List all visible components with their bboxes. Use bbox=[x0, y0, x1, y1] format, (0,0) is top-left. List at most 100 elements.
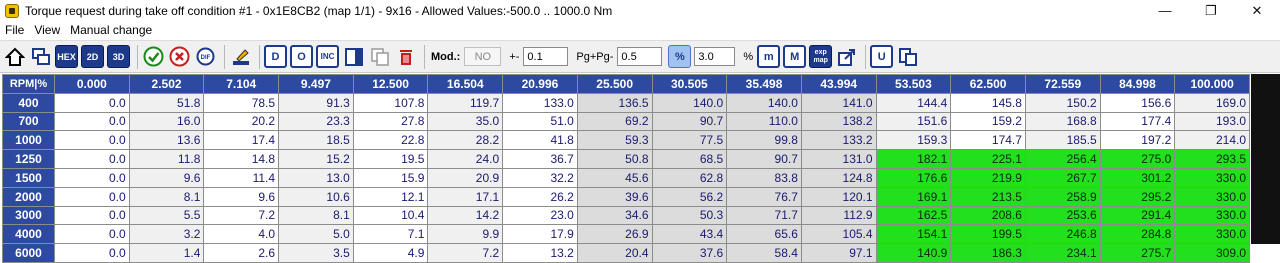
table-cell[interactable]: 138.2 bbox=[800, 111, 877, 132]
table-cell[interactable]: 214.0 bbox=[1174, 130, 1250, 151]
m-big-button[interactable]: M bbox=[783, 45, 807, 68]
table-cell[interactable]: 3.2 bbox=[128, 224, 205, 245]
table-cell[interactable]: 0.0 bbox=[54, 243, 130, 263]
table-cell[interactable]: 0.0 bbox=[54, 149, 130, 169]
table-cell[interactable]: 37.6 bbox=[651, 243, 728, 263]
table-cell[interactable]: 99.8 bbox=[726, 130, 802, 151]
table-cell[interactable]: 13.0 bbox=[278, 167, 354, 188]
table-cell[interactable]: 71.7 bbox=[726, 205, 802, 226]
table-cell[interactable]: 15.9 bbox=[352, 167, 429, 188]
table-cell[interactable]: 18.5 bbox=[278, 130, 354, 151]
percent-button[interactable]: % bbox=[668, 45, 692, 68]
row-header[interactable]: 3000 bbox=[2, 205, 55, 226]
table-cell[interactable]: 267.7 bbox=[1024, 167, 1101, 188]
table-cell[interactable]: 141.0 bbox=[800, 92, 877, 113]
table-cell[interactable]: 17.4 bbox=[203, 130, 280, 151]
hex-button[interactable]: HEX bbox=[55, 45, 78, 68]
column-header[interactable]: 43.994 bbox=[800, 74, 877, 94]
row-header[interactable]: 1250 bbox=[2, 149, 55, 169]
table-cell[interactable]: 78.5 bbox=[203, 92, 280, 113]
table-cell[interactable]: 36.7 bbox=[502, 149, 578, 169]
table-cell[interactable]: 275.7 bbox=[1099, 243, 1176, 263]
table-cell[interactable]: 7.1 bbox=[352, 224, 429, 245]
page-step-input[interactable] bbox=[617, 47, 663, 66]
table-cell[interactable]: 208.6 bbox=[950, 205, 1026, 226]
row-header[interactable]: 2000 bbox=[2, 186, 55, 207]
table-cell[interactable]: 97.1 bbox=[800, 243, 877, 263]
table-cell[interactable]: 39.6 bbox=[576, 186, 653, 207]
column-header[interactable]: 20.996 bbox=[502, 74, 578, 94]
percent-input[interactable] bbox=[694, 47, 736, 66]
column-header[interactable]: 72.559 bbox=[1024, 74, 1101, 94]
table-cell[interactable]: 140.0 bbox=[651, 92, 728, 113]
table-cell[interactable]: 0.0 bbox=[54, 224, 130, 245]
table-cell[interactable]: 24.0 bbox=[427, 149, 504, 169]
table-cell[interactable]: 176.6 bbox=[875, 167, 952, 188]
plus-minus-step-input[interactable] bbox=[523, 47, 569, 66]
table-cell[interactable]: 0.0 bbox=[54, 186, 130, 207]
export-button[interactable] bbox=[835, 45, 858, 68]
table-cell[interactable]: 309.0 bbox=[1174, 243, 1250, 263]
table-cell[interactable]: 12.1 bbox=[352, 186, 429, 207]
table-cell[interactable]: 68.5 bbox=[651, 149, 728, 169]
row-header[interactable]: 6000 bbox=[2, 243, 55, 263]
table-cell[interactable]: 62.8 bbox=[651, 167, 728, 188]
column-header[interactable]: 62.500 bbox=[950, 74, 1026, 94]
table-cell[interactable]: 133.0 bbox=[502, 92, 578, 113]
table-cell[interactable]: 23.3 bbox=[278, 111, 354, 132]
column-header[interactable]: 0.000 bbox=[54, 74, 130, 94]
table-cell[interactable]: 154.1 bbox=[875, 224, 952, 245]
maximize-button[interactable]: ❐ bbox=[1188, 0, 1234, 21]
table-cell[interactable]: 91.3 bbox=[278, 92, 354, 113]
table-cell[interactable]: 35.0 bbox=[427, 111, 504, 132]
table-cell[interactable]: 56.2 bbox=[651, 186, 728, 207]
table-cell[interactable]: 124.8 bbox=[800, 167, 877, 188]
table-cell[interactable]: 159.3 bbox=[875, 130, 952, 151]
table-cell[interactable]: 50.3 bbox=[651, 205, 728, 226]
table-cell[interactable]: 131.0 bbox=[800, 149, 877, 169]
column-header[interactable]: 35.498 bbox=[726, 74, 802, 94]
table-cell[interactable]: 133.2 bbox=[800, 130, 877, 151]
column-header[interactable]: 25.500 bbox=[576, 74, 653, 94]
table-cell[interactable]: 43.4 bbox=[651, 224, 728, 245]
table-cell[interactable]: 330.0 bbox=[1174, 205, 1250, 226]
table-cell[interactable]: 90.7 bbox=[651, 111, 728, 132]
table-cell[interactable]: 23.0 bbox=[502, 205, 578, 226]
dif-button[interactable]: DIF bbox=[194, 45, 217, 68]
table-cell[interactable]: 8.1 bbox=[278, 205, 354, 226]
table-cell[interactable]: 330.0 bbox=[1174, 186, 1250, 207]
table-cell[interactable]: 140.9 bbox=[875, 243, 952, 263]
table-cell[interactable]: 20.4 bbox=[576, 243, 653, 263]
m-small-button[interactable]: m bbox=[757, 45, 781, 68]
table-cell[interactable]: 27.8 bbox=[352, 111, 429, 132]
column-header[interactable]: 84.998 bbox=[1099, 74, 1176, 94]
table-cell[interactable]: 10.4 bbox=[352, 205, 429, 226]
row-header[interactable]: 700 bbox=[2, 111, 55, 132]
column-header[interactable]: 2.502 bbox=[128, 74, 205, 94]
table-cell[interactable]: 11.8 bbox=[128, 149, 205, 169]
table-cell[interactable]: 32.2 bbox=[502, 167, 578, 188]
delete-button[interactable] bbox=[394, 45, 417, 68]
table-cell[interactable]: 234.1 bbox=[1024, 243, 1101, 263]
table-cell[interactable]: 2.6 bbox=[203, 243, 280, 263]
table-cell[interactable]: 177.4 bbox=[1099, 111, 1176, 132]
table-cell[interactable]: 5.0 bbox=[278, 224, 354, 245]
table-cell[interactable]: 17.1 bbox=[427, 186, 504, 207]
table-cell[interactable]: 0.0 bbox=[54, 92, 130, 113]
table-cell[interactable]: 284.8 bbox=[1099, 224, 1176, 245]
table-cell[interactable]: 20.9 bbox=[427, 167, 504, 188]
table-cell[interactable]: 22.8 bbox=[352, 130, 429, 151]
table-cell[interactable]: 69.2 bbox=[576, 111, 653, 132]
table-cell[interactable]: 140.0 bbox=[726, 92, 802, 113]
table-cell[interactable]: 10.6 bbox=[278, 186, 354, 207]
table-cell[interactable]: 0.0 bbox=[54, 130, 130, 151]
table-cell[interactable]: 65.6 bbox=[726, 224, 802, 245]
o-button[interactable]: O bbox=[290, 45, 313, 68]
table-cell[interactable]: 51.0 bbox=[502, 111, 578, 132]
column-header[interactable]: 12.500 bbox=[352, 74, 429, 94]
table-cell[interactable]: 5.5 bbox=[128, 205, 205, 226]
table-cell[interactable]: 105.4 bbox=[800, 224, 877, 245]
split-window-button[interactable] bbox=[896, 45, 919, 68]
table-cell[interactable]: 14.2 bbox=[427, 205, 504, 226]
table-cell[interactable]: 145.8 bbox=[950, 92, 1026, 113]
